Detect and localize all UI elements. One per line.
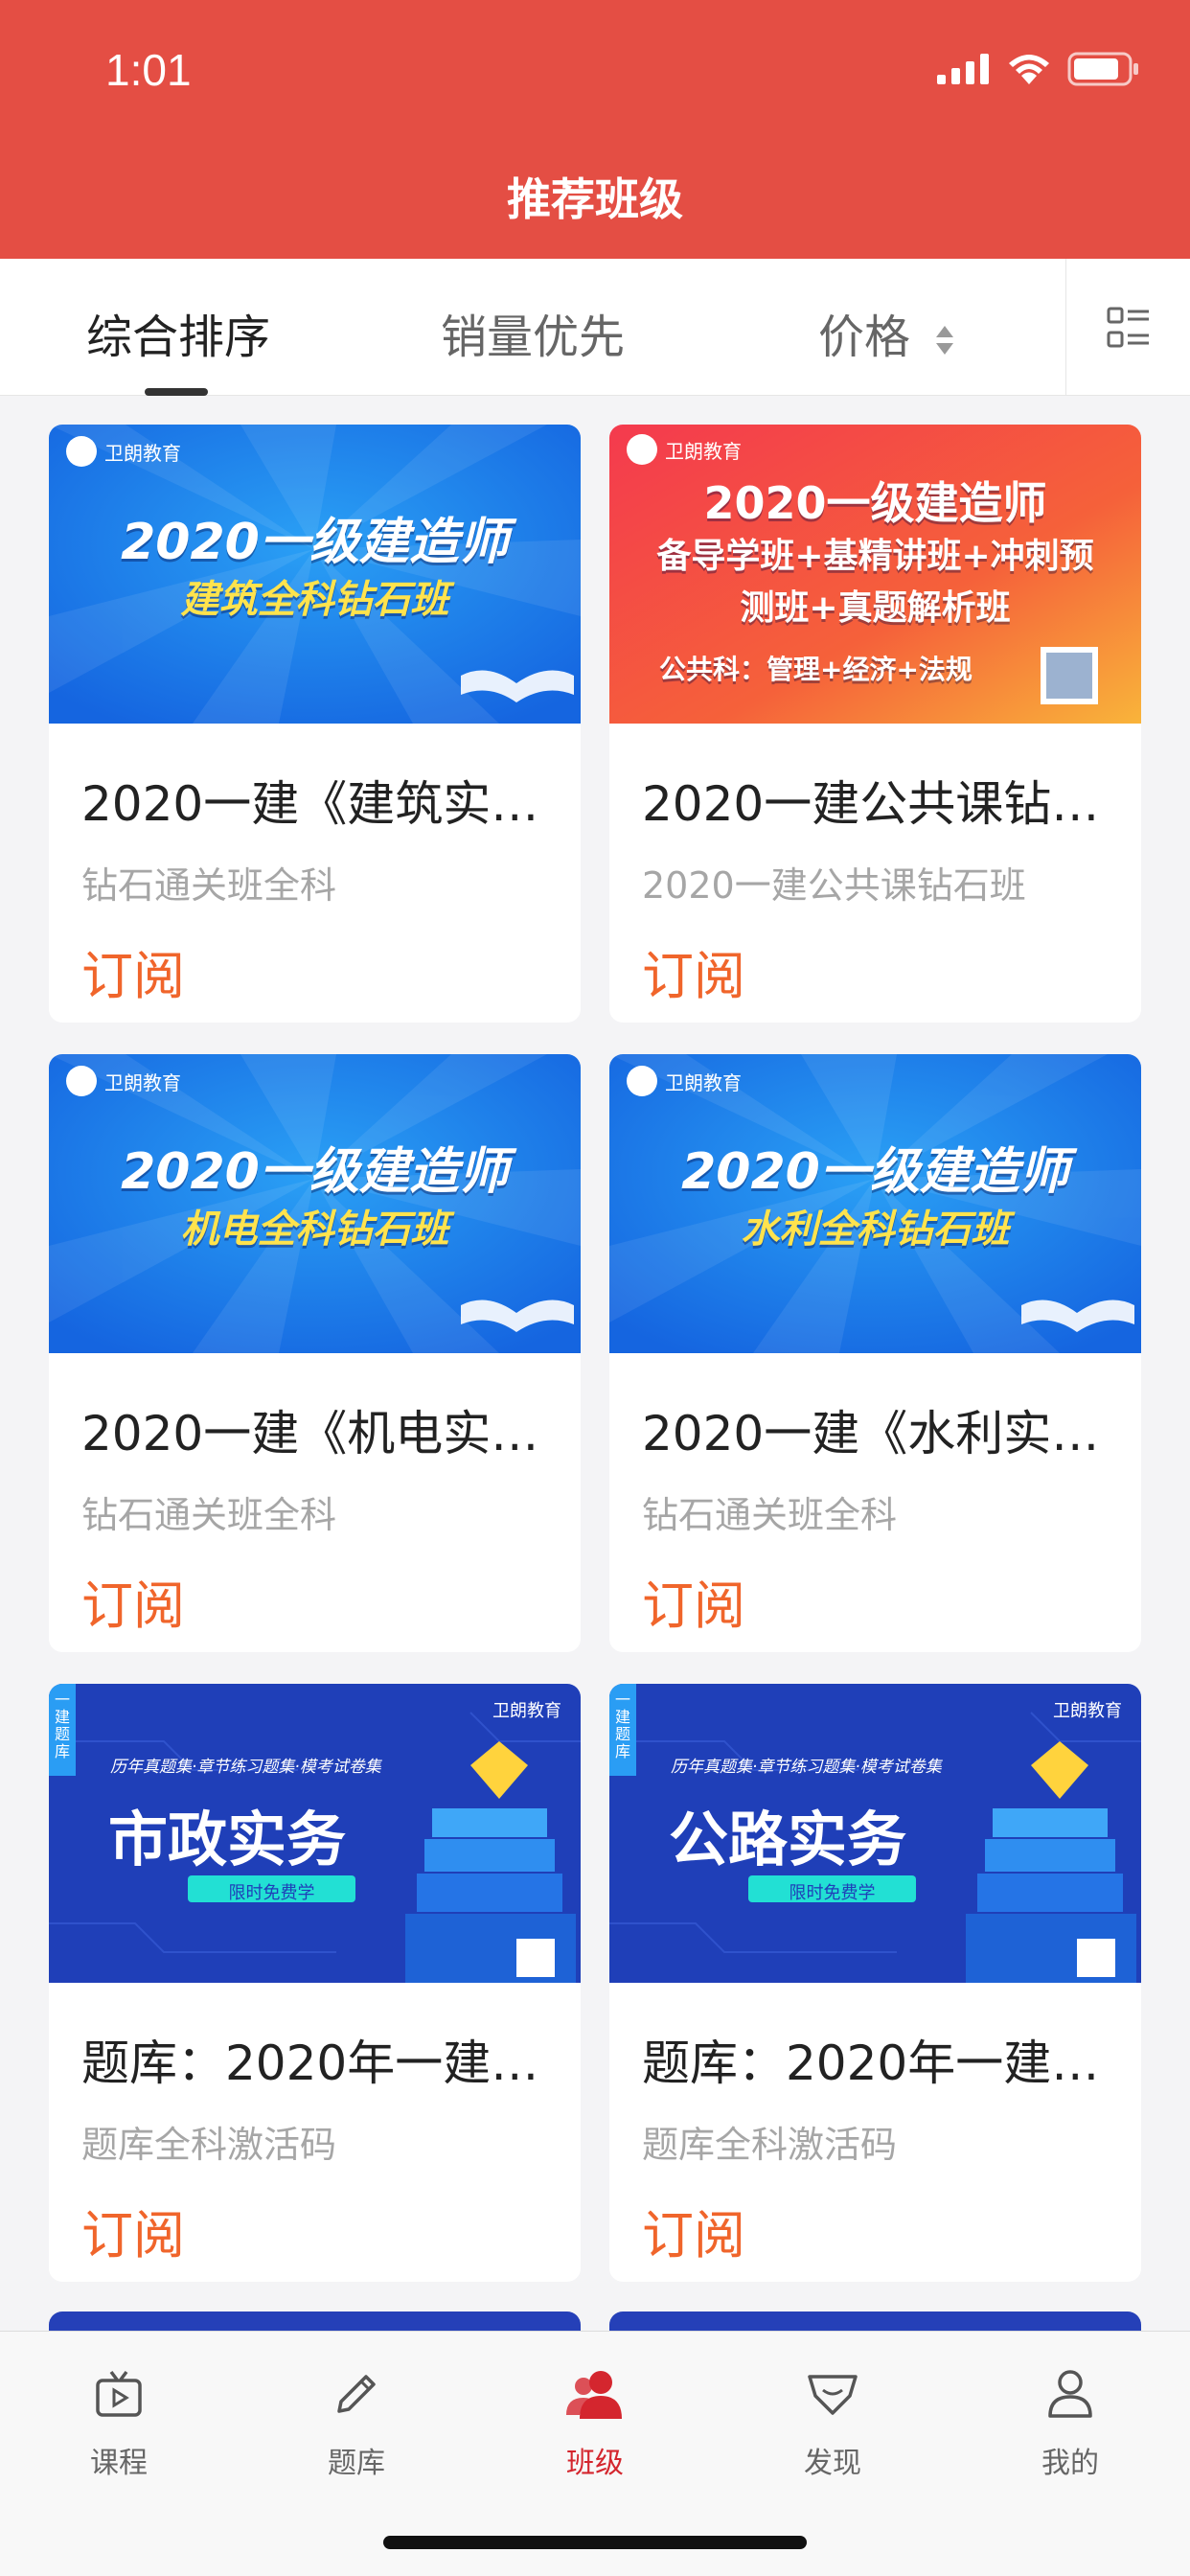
course-subtitle: 题库全科激活码: [642, 2124, 898, 2166]
course-title: 2020一建公共课钻石班: [642, 776, 1109, 832]
subscribe-button[interactable]: 订阅: [642, 1563, 745, 1639]
course-subtitle: 钻石通关班全科: [642, 1494, 898, 1536]
tabbar-label: 我的: [1041, 2447, 1099, 2480]
tabbar-label: 课程: [90, 2447, 148, 2480]
tabbar-label: 班级: [566, 2447, 624, 2480]
banner-tagline: 历年真题集·章节练习题集·模考试卷集: [671, 1758, 942, 1777]
course-title: 2020一建《水利实务》: [642, 1406, 1109, 1461]
course-grid: 卫朗教育 2020一级建造师 建筑全科钻石班 2020一建《建筑实务》 钻石通关…: [49, 425, 1141, 2282]
subscribe-button[interactable]: 订阅: [642, 933, 745, 1009]
tabbar-item-mine[interactable]: 我的: [994, 2360, 1147, 2481]
course-title: 2020一建《机电实务》: [81, 1406, 548, 1461]
banner-headline: 2020一级建造师: [121, 514, 509, 571]
status-time: 1:01: [105, 45, 192, 95]
banner-subline: 建筑全科钻石班: [180, 578, 449, 622]
home-indicator: [383, 2536, 807, 2549]
banner-tag: 一建题库: [614, 1690, 630, 1760]
subscribe-button[interactable]: 订阅: [81, 1563, 185, 1639]
tabbar-item-classes[interactable]: 班级: [518, 2360, 672, 2481]
banner-headline: 2020一级建造师: [121, 1143, 509, 1201]
course-card[interactable]: 卫朗教育 2020一级建造师 水利全科钻石班 2020一建《水利实务》 钻石通关…: [609, 1054, 1141, 1652]
course-banner: 一建题库 卫朗教育 历年真题集·章节练习题集·模考试卷集 市政实务 限时免费学: [49, 1684, 581, 1983]
course-banner: 一建题库 卫朗教育 历年真题集·章节练习题集·模考试卷集 公路实务 限时免费学: [609, 1684, 1141, 1983]
course-title: 2020一建《建筑实务》: [81, 776, 548, 832]
course-banner: 卫朗教育 2020一级建造师 备导学班+基精讲班+冲刺预 测班+真题解析班 公共…: [609, 425, 1141, 724]
course-card[interactable]: 一建题库 卫朗教育 历年真题集·章节练习题集·模考试卷集 市政实务 限时免费学 …: [49, 1684, 581, 2282]
course-title: 题库：2020年一建市政实务: [81, 2036, 548, 2091]
banner-headline: 2020一级建造师: [703, 477, 1047, 529]
tab-sales[interactable]: 销量优先: [441, 299, 625, 366]
course-subtitle: 钻石通关班全科: [81, 1494, 337, 1536]
tab-comprehensive[interactable]: 综合排序: [86, 299, 270, 366]
pencil-icon: [337, 2375, 376, 2413]
course-banner: 卫朗教育 2020一级建造师 水利全科钻石班: [609, 1054, 1141, 1353]
subscribe-button[interactable]: 订阅: [81, 2193, 185, 2268]
tab-price[interactable]: 价格: [818, 299, 955, 366]
subscribe-button[interactable]: 订阅: [642, 2193, 745, 2268]
banner-line-3: 测班+真题解析班: [740, 588, 1011, 628]
banner-badge: 限时免费学: [228, 1883, 315, 1903]
page-title: 推荐班级: [507, 173, 683, 225]
tabbar-item-question-bank[interactable]: 题库: [280, 2360, 433, 2481]
banner-line-2: 备导学班+基精讲班+冲刺预: [656, 537, 1094, 576]
sort-arrows-icon: [936, 326, 954, 355]
layout-toggle-button[interactable]: [1065, 259, 1190, 396]
sort-tabs: 综合排序 销量优先 价格: [0, 259, 1190, 396]
banner-logo: 卫朗教育: [492, 1701, 561, 1721]
tab-indicator: [145, 388, 208, 396]
list-layout-icon: [1107, 307, 1149, 347]
banner-line-4: 公共科：管理+经济+法规: [659, 654, 973, 685]
course-card[interactable]: 一建题库 卫朗教育 历年真题集·章节练习题集·模考试卷集 公路实务 限时免费学 …: [609, 1684, 1141, 2282]
signal-icon: [937, 54, 989, 84]
tabbar-label: 题库: [328, 2447, 385, 2480]
course-subtitle: 题库全科激活码: [81, 2124, 337, 2166]
tv-play-icon: [96, 2370, 142, 2417]
header-bar: 1:01 推荐班级: [0, 0, 1190, 259]
course-subtitle: 钻石通关班全科: [81, 864, 337, 907]
people-icon: [566, 2371, 622, 2419]
course-title: 题库：2020年一建公路实务: [642, 2036, 1109, 2091]
tabbar-item-discover[interactable]: 发现: [756, 2360, 909, 2481]
banner-subline: 机电全科钻石班: [180, 1208, 449, 1252]
banner-logo: 卫朗教育: [665, 440, 742, 463]
banner-headline: 2020一级建造师: [681, 1143, 1069, 1201]
course-banner: 卫朗教育 2020一级建造师 机电全科钻石班: [49, 1054, 581, 1353]
banner-logo: 卫朗教育: [1053, 1701, 1122, 1721]
tabbar-item-courses[interactable]: 课程: [42, 2360, 195, 2481]
status-icons: [937, 52, 1140, 86]
banner-tagline: 历年真题集·章节练习题集·模考试卷集: [110, 1758, 381, 1777]
tabbar-label: 发现: [804, 2447, 861, 2480]
subscribe-button[interactable]: 订阅: [81, 933, 185, 1009]
banner-tag: 一建题库: [54, 1690, 70, 1760]
banner-logo: 卫朗教育: [104, 442, 181, 465]
banner-badge: 限时免费学: [789, 1883, 876, 1903]
course-card[interactable]: 卫朗教育 2020一级建造师 建筑全科钻石班 2020一建《建筑实务》 钻石通关…: [49, 425, 581, 1023]
banner-logo: 卫朗教育: [104, 1071, 181, 1094]
course-banner: 卫朗教育 2020一级建造师 建筑全科钻石班: [49, 425, 581, 724]
battery-icon: [1067, 52, 1138, 86]
person-icon: [1048, 2370, 1092, 2418]
course-card[interactable]: 卫朗教育 2020一级建造师 备导学班+基精讲班+冲刺预 测班+真题解析班 公共…: [609, 425, 1141, 1023]
course-card[interactable]: 卫朗教育 2020一级建造师 机电全科钻石班 2020一建《机电实务》 钻石通关…: [49, 1054, 581, 1652]
banner-logo: 卫朗教育: [665, 1071, 742, 1094]
wifi-icon: [1009, 55, 1049, 84]
banner-headline: 公路实务: [669, 1805, 907, 1874]
discover-icon: [808, 2375, 858, 2415]
banner-subline: 水利全科钻石班: [741, 1208, 1010, 1252]
banner-headline: 市政实务: [108, 1805, 347, 1874]
course-subtitle: 2020一建公共课钻石班: [642, 864, 1026, 907]
tab-price-label: 价格: [818, 310, 911, 364]
